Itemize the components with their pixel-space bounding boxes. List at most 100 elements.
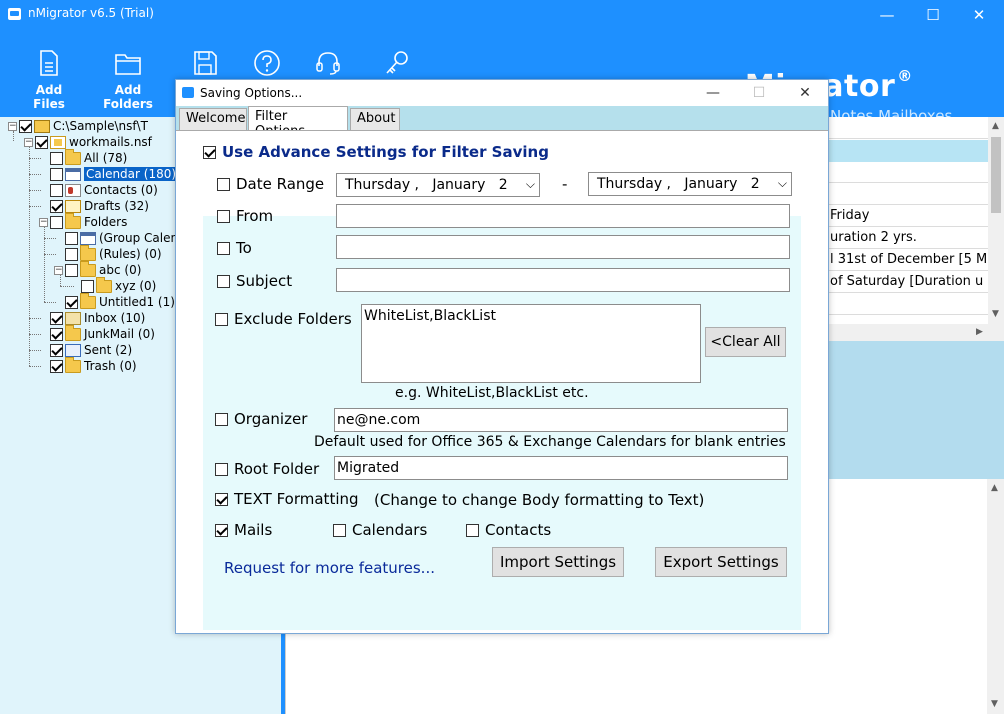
grid-row[interactable] [828,117,988,139]
tree-node-folders[interactable]: − Folders [39,212,127,230]
clear-all-button[interactable]: <Clear All [705,327,786,357]
tree-item-untitled1[interactable]: Untitled1 (1) [65,292,175,310]
tree-item-junkmail[interactable]: JunkMail (0) [50,324,155,342]
chevron-down-icon: ⌵ [525,177,535,191]
request-features-link[interactable]: Request for more features... [224,559,435,577]
tree-item-trash[interactable]: Trash (0) [50,356,137,374]
tree-checkbox-drafts[interactable] [50,199,63,213]
text-formatting-checkbox[interactable] [215,493,228,506]
grid-row[interactable]: uration 2 yrs. [828,227,988,249]
tree-checkbox-rules[interactable] [65,247,78,261]
collapse-icon[interactable]: − [8,121,17,131]
add-folders-button[interactable]: Add Folders [93,49,163,111]
exclude-folders-checkbox[interactable] [215,313,228,326]
tree-node-root[interactable]: − C:\Sample\nsf\T [8,118,148,134]
collapse-icon[interactable]: − [54,265,63,275]
scroll-right-icon[interactable]: ▶ [976,327,983,337]
date-range-checkbox[interactable] [217,178,230,191]
root-folder-input[interactable]: Migrated [334,456,788,480]
from-checkbox[interactable] [217,210,230,223]
collapse-icon[interactable]: − [39,217,48,227]
tree-checkbox-folders[interactable] [50,215,63,229]
tree-checkbox-root[interactable] [19,119,32,133]
subject-checkbox[interactable] [217,275,230,288]
scroll-up-icon[interactable]: ▲ [991,483,998,493]
tree-item-calendar[interactable]: Calendar (180) [50,166,179,182]
add-files-button[interactable]: Add Files [22,49,76,111]
grid-row[interactable] [828,161,988,183]
chevron-down-icon: ⌵ [777,176,787,190]
support-button[interactable] [312,49,344,83]
tab-welcome[interactable]: Welcome [179,108,247,130]
tree-item-xyz[interactable]: xyz (0) [81,276,156,294]
organizer-checkbox[interactable] [215,413,228,426]
scroll-down-icon[interactable]: ▼ [992,309,999,319]
grid-row[interactable]: l 31st of December [5 M [828,249,988,271]
date-from-picker[interactable]: Thursday , January 2 ⌵ [336,173,540,197]
minimize-button[interactable]: — [864,0,910,29]
from-label: From [236,207,274,225]
import-settings-button[interactable]: Import Settings [492,547,624,577]
tree-checkbox-group-calendar[interactable] [65,231,78,245]
dialog-close-button[interactable]: ✕ [782,80,828,106]
from-input[interactable] [336,204,790,228]
help-button[interactable] [252,49,282,83]
tab-about[interactable]: About [350,108,400,130]
grid-row[interactable]: Friday [828,205,988,227]
tree-checkbox-xyz[interactable] [81,279,94,293]
tree-checkbox-all[interactable] [50,151,63,165]
export-settings-button[interactable]: Export Settings [655,547,787,577]
tree-checkbox-inbox[interactable] [50,311,63,325]
tab-filter-options[interactable]: Filter Options [248,106,348,139]
activate-button[interactable] [382,49,412,83]
tree-item-all[interactable]: All (78) [50,148,127,166]
to-checkbox[interactable] [217,242,230,255]
scroll-thumb[interactable] [991,137,1001,213]
collapse-icon[interactable]: − [24,137,33,147]
title-bar: nMigrator v6.5 (Trial) — ☐ ✕ [0,0,1004,29]
tree-checkbox-calendar[interactable] [50,167,63,181]
exclude-folders-textarea[interactable]: WhiteList,BlackList [361,304,701,383]
tree-checkbox-abc[interactable] [65,263,78,277]
tree-checkbox-workmails[interactable] [35,135,48,149]
scroll-up-icon[interactable]: ▲ [992,121,999,131]
subject-label: Subject [236,272,293,290]
to-input[interactable] [336,235,790,259]
contacts-checkbox[interactable] [466,524,479,537]
tree-checkbox-contacts[interactable] [50,183,63,197]
grid-horizontal-scrollbar[interactable]: ▶ [828,324,1004,341]
selected-grid-row[interactable] [828,140,988,162]
date-to-picker[interactable]: Thursday , January 2 ⌵ [588,172,792,196]
filter-options-panel: Use Advance Settings for Filter Saving D… [176,130,828,633]
grid-vertical-scrollbar[interactable]: ▲ ▼ [988,117,1004,324]
tree-node-workmails[interactable]: − workmails.nsf [24,134,152,150]
contacts-icon [65,183,81,197]
grid-row[interactable] [828,183,988,205]
tree-checkbox-junkmail[interactable] [50,327,63,341]
tree-checkbox-untitled1[interactable] [65,295,78,309]
preview-scrollbar[interactable]: ▲ ▼ [987,479,1004,714]
tree-checkbox-trash[interactable] [50,359,63,373]
tree-checkbox-sent[interactable] [50,343,63,357]
close-button[interactable]: ✕ [956,0,1002,29]
scroll-down-icon[interactable]: ▼ [991,699,998,709]
window-title: nMigrator v6.5 (Trial) [28,6,154,20]
saving-options-dialog: Saving Options... — ☐ ✕ Welcome Filter O… [175,79,829,634]
root-folder-checkbox[interactable] [215,463,228,476]
tree-item-contacts[interactable]: Contacts (0) [50,182,158,198]
calendars-checkbox[interactable] [333,524,346,537]
tree-item-sent[interactable]: Sent (2) [50,342,132,358]
organizer-input[interactable]: ne@ne.com [334,408,788,432]
dialog-maximize-button[interactable]: ☐ [736,80,782,106]
use-advance-checkbox[interactable] [203,146,216,159]
save-button[interactable] [190,49,220,83]
date-separator: - [562,175,568,193]
folder-icon [80,260,96,277]
grid-row[interactable] [828,293,988,315]
dialog-minimize-button[interactable]: — [690,80,736,106]
maximize-button[interactable]: ☐ [910,0,956,29]
subject-input[interactable] [336,268,790,292]
grid-row[interactable]: of Saturday [Duration u [828,271,988,293]
tree-label-inbox: Inbox (10) [84,311,146,325]
mails-checkbox[interactable] [215,524,228,537]
